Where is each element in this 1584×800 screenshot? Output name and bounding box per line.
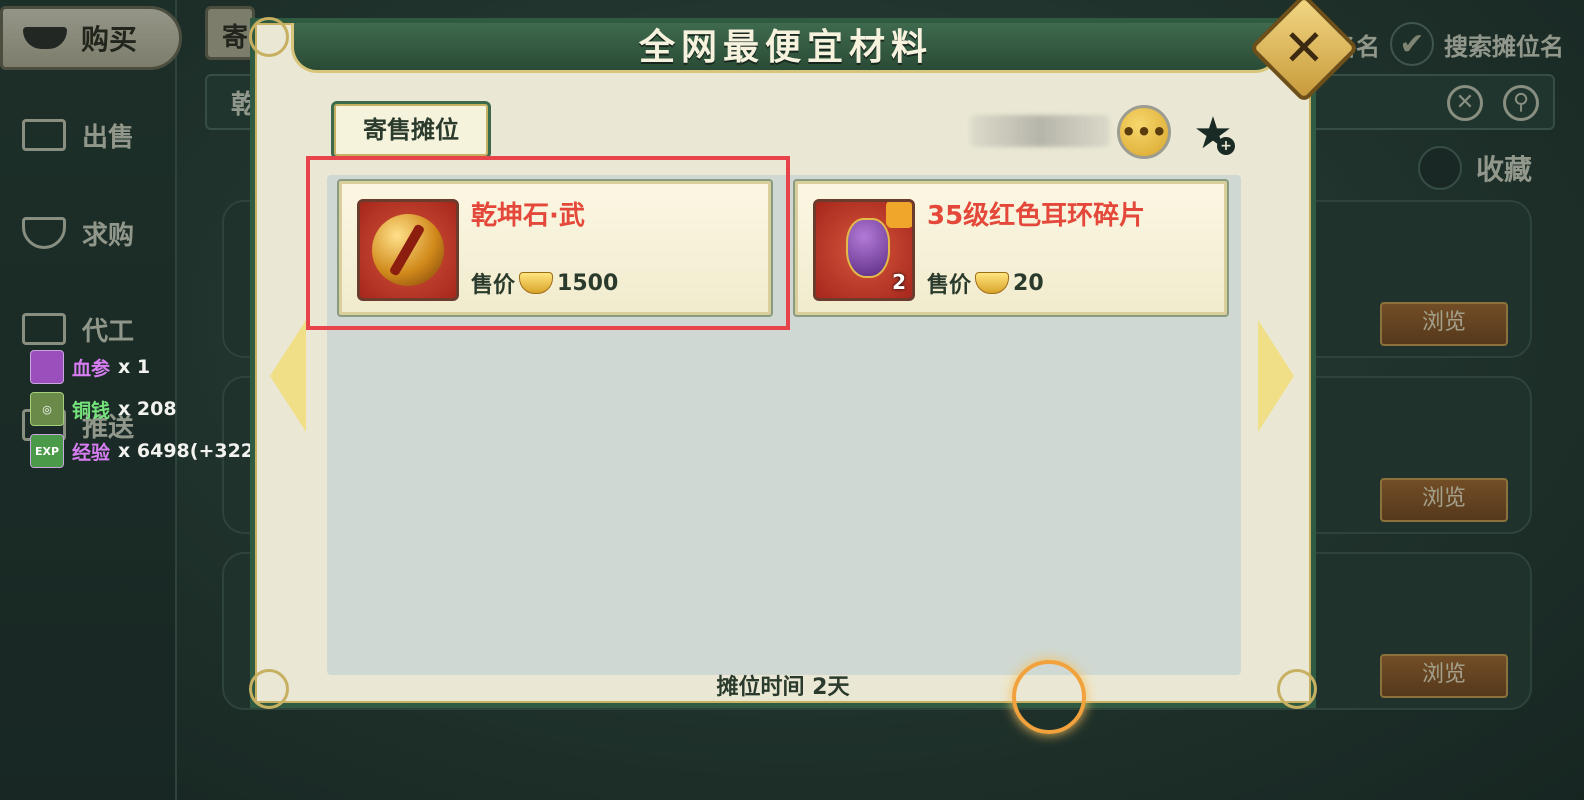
item-card[interactable]: 2 35级红色耳环碎片 售价 20 [793, 179, 1229, 317]
reward-count: x 208 [118, 398, 177, 420]
browse-button[interactable]: 浏览 [1380, 302, 1508, 346]
coin-icon: ◎ [30, 392, 64, 426]
next-page-arrow-icon[interactable] [1258, 320, 1294, 432]
earring-fragment-icon: 2 [813, 199, 915, 301]
price-row: 售价 20 [927, 267, 1044, 299]
bowl-icon [22, 217, 66, 249]
nav-item-label: 求购 [82, 220, 135, 251]
favorite-toggle[interactable]: 收藏 [1417, 146, 1532, 190]
price-value: 20 [1013, 270, 1044, 296]
chat-button[interactable]: ••• [1117, 105, 1171, 159]
nav-item-label: 出售 [82, 122, 135, 153]
favorite-label: 收藏 [1475, 153, 1532, 186]
item-name: 35级红色耳环碎片 [927, 201, 1146, 231]
item-count: 2 [892, 270, 906, 294]
exp-icon: EXP [30, 434, 64, 468]
seller-name-blurred [970, 115, 1110, 147]
ginseng-icon [30, 350, 64, 384]
tab-label: 寄 [222, 23, 249, 53]
toggle-search-stall-label: 搜索摊位名 [1444, 32, 1564, 61]
stall-time: 摊位时间 2天 [716, 675, 850, 700]
reward-count: x 1 [118, 356, 151, 378]
corner-ornament [249, 17, 289, 57]
chat-icon: ••• [1120, 118, 1168, 146]
nav-item-sell[interactable]: 出售 [22, 110, 162, 160]
prev-page-arrow-icon[interactable] [270, 320, 306, 432]
sell-icon [22, 119, 66, 151]
plus-icon: + [1217, 137, 1235, 155]
nav-item-label: 代工 [82, 316, 135, 347]
clear-icon[interactable]: ✕ [1447, 85, 1483, 121]
close-icon: ✕ [1283, 19, 1325, 77]
cheapest-materials-dialog: 全网最便宜材料 ✕ 寄售摊位 ••• ★ + 乾坤石·武 售价 1500 2 3… [249, 0, 1360, 709]
reward-name: 铜钱 [72, 399, 111, 422]
price-label: 售价 [927, 273, 972, 298]
browse-button[interactable]: 浏览 [1380, 654, 1508, 698]
craft-icon [22, 313, 66, 345]
nav-item-buy-request[interactable]: 求购 [22, 208, 162, 258]
reward-name: 经验 [72, 441, 111, 464]
radio-icon[interactable] [1417, 146, 1462, 190]
buy-tab-label: 购买 [81, 23, 138, 56]
earring-icon [846, 218, 890, 278]
checkmark-icon[interactable]: ✔ [1390, 22, 1434, 66]
favorite-stall-button[interactable]: ★ + [1185, 105, 1241, 161]
browse-button[interactable]: 浏览 [1380, 478, 1508, 522]
dialog-title: 全网最便宜材料 [638, 26, 933, 68]
buy-tab[interactable]: 购买 [0, 6, 182, 70]
loading-ring-icon [1012, 660, 1086, 734]
fragment-badge-icon [886, 202, 912, 228]
selection-highlight [306, 156, 790, 330]
reward-name: 血参 [72, 357, 111, 380]
tab-consign-stall[interactable]: 寄售摊位 [331, 101, 491, 159]
tab-consign[interactable]: 寄 [205, 6, 255, 60]
ingot-icon [23, 27, 67, 49]
search-icon[interactable]: ⚲ [1503, 85, 1539, 121]
search-toggles: 名名 ✔ 搜索摊位名 [1332, 22, 1564, 66]
dialog-title-bar: 全网最便宜材料 [291, 23, 1281, 73]
gold-ingot-icon [975, 272, 1010, 294]
